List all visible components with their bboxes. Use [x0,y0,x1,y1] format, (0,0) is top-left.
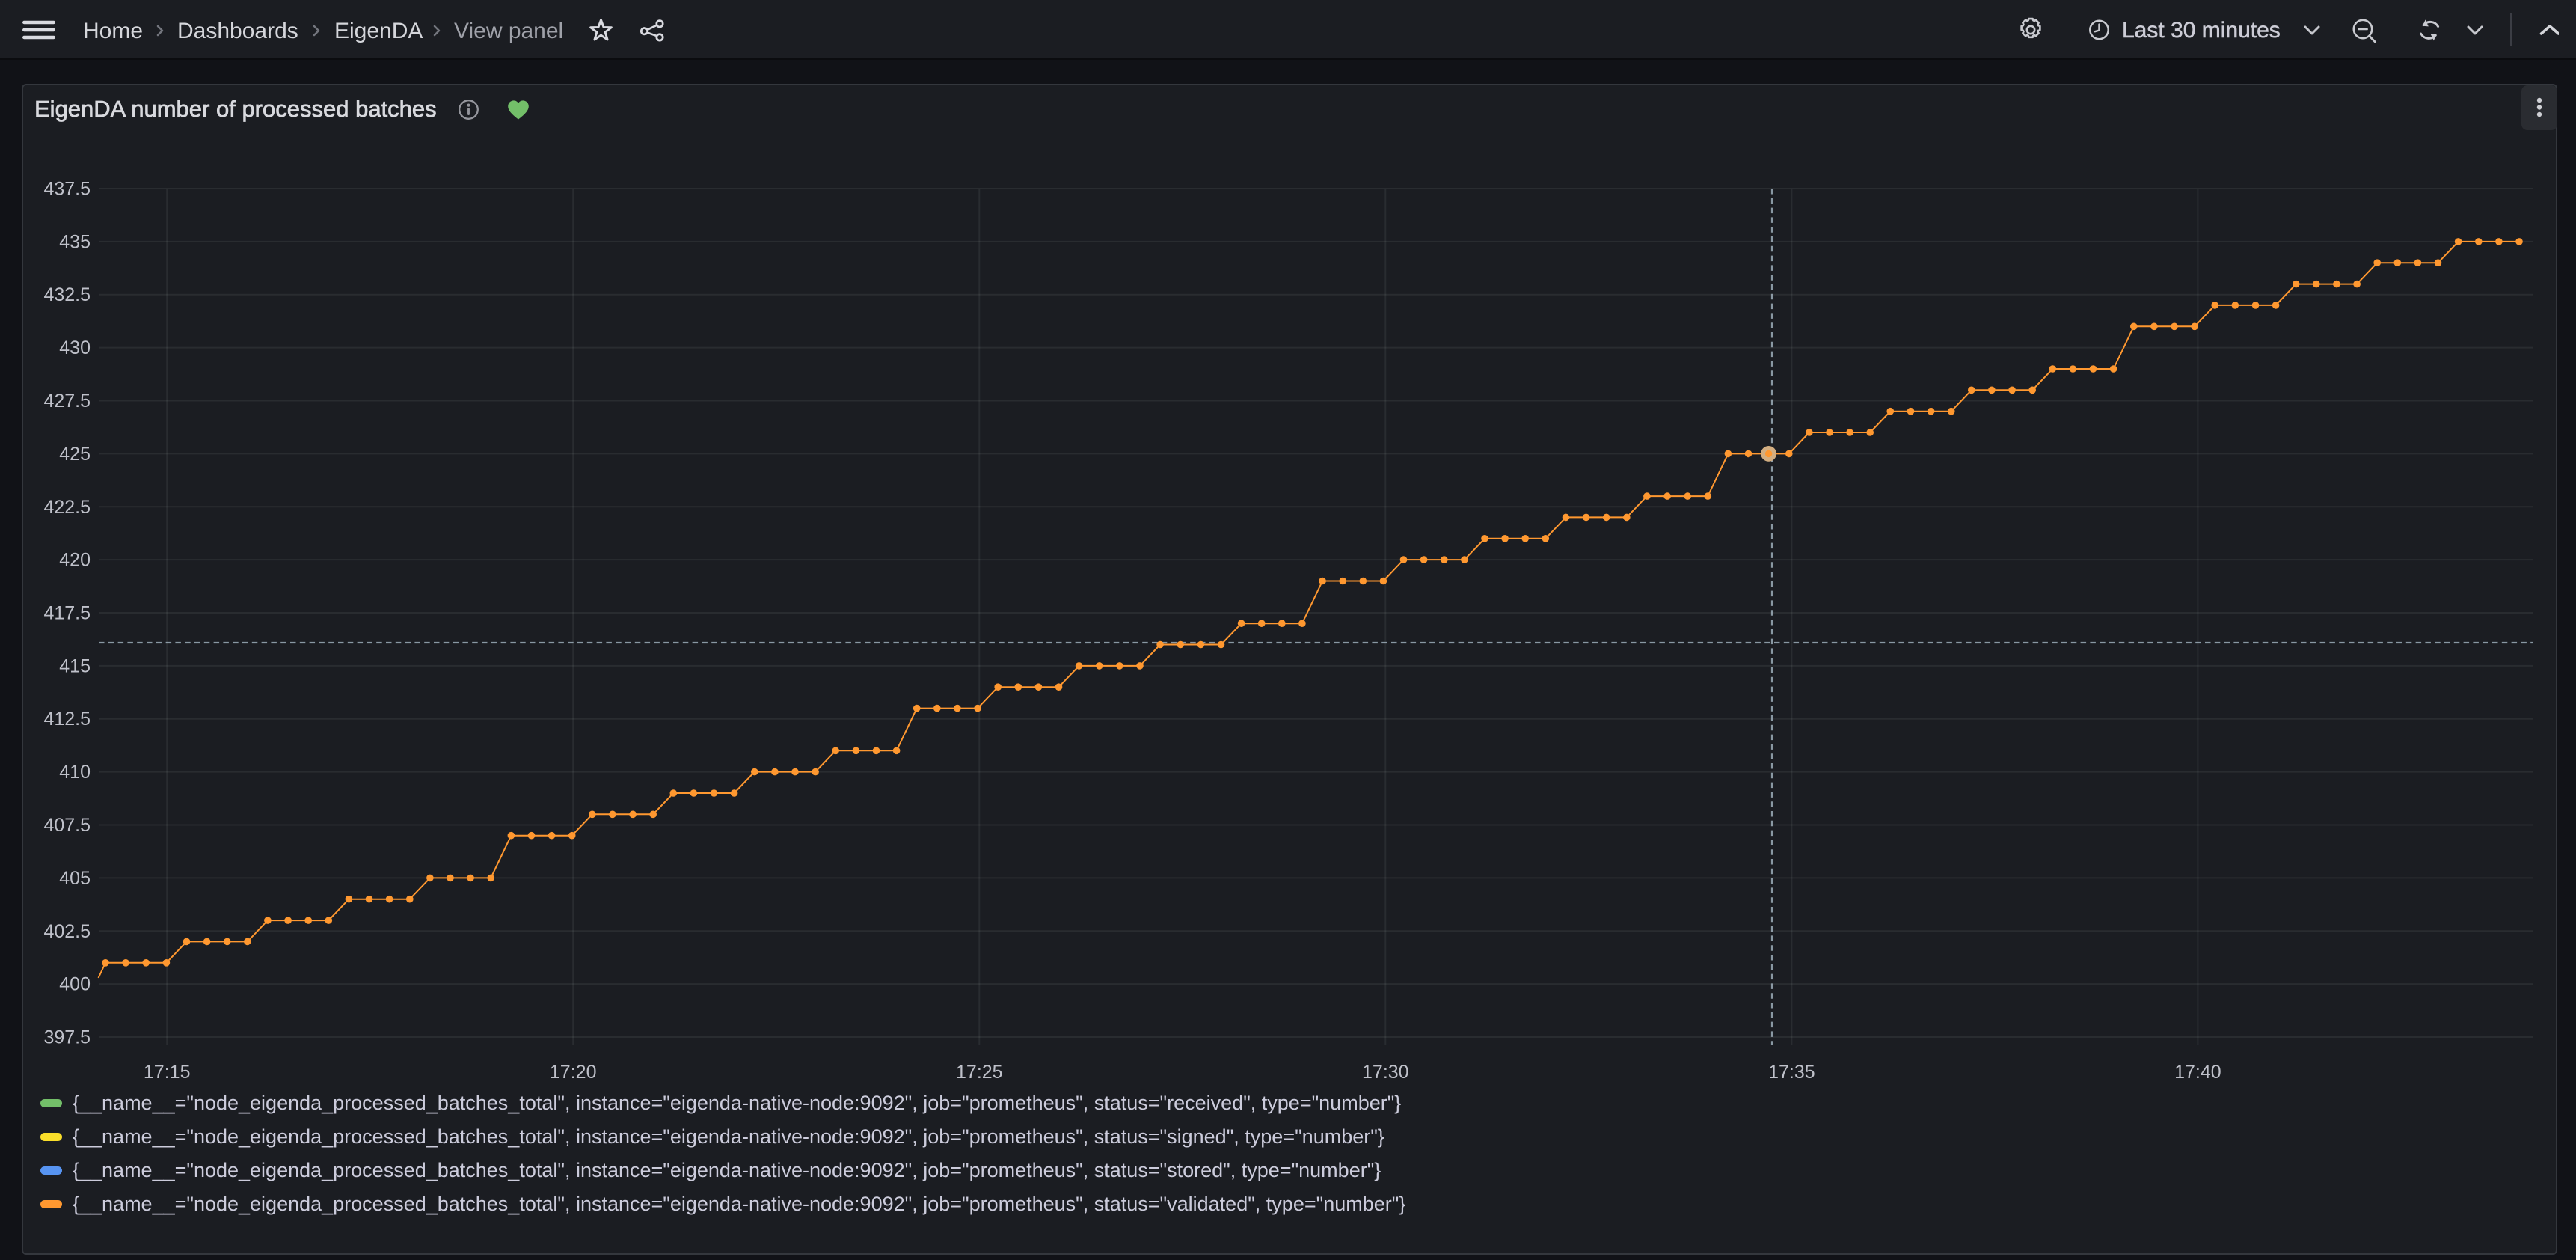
svg-text:425: 425 [59,444,91,465]
svg-text:400: 400 [59,974,91,995]
svg-text:17:35: 17:35 [1768,1062,1815,1083]
svg-text:17:40: 17:40 [2174,1062,2221,1083]
svg-text:437.5: 437.5 [43,179,91,200]
svg-text:402.5: 402.5 [43,921,91,942]
svg-text:435: 435 [59,231,91,252]
svg-text:17:15: 17:15 [144,1062,191,1083]
svg-text:405: 405 [59,868,91,889]
svg-text:17:30: 17:30 [1362,1062,1409,1083]
svg-text:410: 410 [59,762,91,783]
svg-text:422.5: 422.5 [43,497,91,518]
svg-text:17:25: 17:25 [956,1062,1003,1083]
svg-text:397.5: 397.5 [43,1027,91,1048]
svg-text:420: 420 [59,550,91,571]
svg-text:430: 430 [59,337,91,358]
svg-text:415: 415 [59,655,91,676]
svg-text:427.5: 427.5 [43,391,91,412]
svg-text:407.5: 407.5 [43,815,91,836]
svg-text:417.5: 417.5 [43,603,91,624]
svg-text:17:20: 17:20 [550,1062,597,1083]
svg-text:412.5: 412.5 [43,709,91,730]
svg-text:432.5: 432.5 [43,284,91,305]
